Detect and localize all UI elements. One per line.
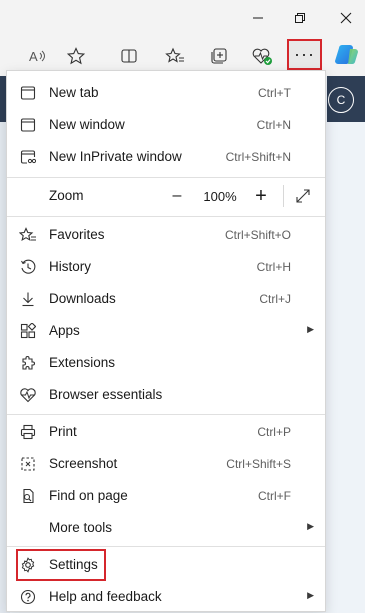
menu-item-find-on-page[interactable]: Find on page Ctrl+F: [7, 480, 325, 512]
split-screen-icon[interactable]: [117, 44, 141, 68]
menu-item-shortcut: Ctrl+Shift+S: [226, 457, 291, 471]
menu-divider: [7, 546, 325, 547]
menu-item-zoom: Zoom – 100% +: [7, 180, 325, 212]
restore-icon[interactable]: [288, 6, 312, 30]
help-icon: [19, 588, 37, 606]
browser-essentials-icon[interactable]: [250, 44, 274, 68]
menu-item-label: Apps: [49, 323, 80, 338]
menu-item-shortcut: Ctrl+T: [258, 86, 291, 100]
new-window-icon: [19, 116, 37, 134]
zoom-out-button[interactable]: –: [167, 180, 187, 212]
settings-and-more-button[interactable]: ···: [287, 39, 322, 70]
screenshot-icon: [19, 455, 37, 473]
minimize-icon[interactable]: [246, 6, 270, 30]
copilot-icon[interactable]: [334, 43, 360, 67]
settings-highlight: [16, 549, 106, 581]
fullscreen-icon[interactable]: [293, 180, 313, 212]
menu-item-new-window[interactable]: New window Ctrl+N: [7, 109, 325, 141]
favorite-star-icon[interactable]: [64, 44, 88, 68]
menu-item-label: Print: [49, 424, 77, 439]
menu-divider: [7, 414, 325, 415]
submenu-arrow-icon: ▶: [307, 521, 314, 531]
menu-item-label: Help and feedback: [49, 589, 162, 604]
heart-pulse-icon: [19, 386, 37, 404]
menu-item-print[interactable]: Print Ctrl+P: [7, 416, 325, 448]
menu-item-shortcut: Ctrl+N: [256, 118, 291, 132]
menu-item-label: Browser essentials: [49, 387, 163, 402]
menu-item-label: Favorites: [49, 227, 105, 242]
submenu-arrow-icon: ▶: [307, 590, 314, 600]
favorites-icon: [19, 226, 37, 244]
menu-item-more-tools[interactable]: More tools ▶: [7, 512, 325, 544]
more-icon: ···: [294, 44, 315, 64]
menu-item-label: Find on page: [49, 488, 128, 503]
download-icon: [19, 290, 37, 308]
new-tab-icon: [19, 84, 37, 102]
menu-item-browser-essentials[interactable]: Browser essentials: [7, 379, 325, 411]
settings-and-more-menu: New tab Ctrl+T New window Ctrl+N New InP…: [6, 70, 326, 612]
zoom-divider: [283, 185, 284, 207]
history-icon: [19, 258, 37, 276]
apps-icon: [19, 322, 37, 340]
menu-item-help-and-feedback[interactable]: Help and feedback ▶: [7, 581, 325, 613]
print-icon: [19, 423, 37, 441]
avatar[interactable]: C: [328, 87, 354, 113]
zoom-label: Zoom: [49, 188, 84, 203]
menu-item-downloads[interactable]: Downloads Ctrl+J: [7, 283, 325, 315]
close-icon[interactable]: [334, 6, 358, 30]
menu-item-label: Downloads: [49, 291, 116, 306]
zoom-level: 100%: [203, 188, 237, 204]
menu-item-shortcut: Ctrl+J: [259, 292, 291, 306]
menu-item-new-tab[interactable]: New tab Ctrl+T: [7, 77, 325, 109]
menu-item-history[interactable]: History Ctrl+H: [7, 251, 325, 283]
menu-item-extensions[interactable]: Extensions: [7, 347, 325, 379]
menu-item-apps[interactable]: Apps ▶: [7, 315, 325, 347]
extensions-icon: [19, 354, 37, 372]
zoom-in-button[interactable]: +: [251, 180, 271, 212]
menu-item-shortcut: Ctrl+P: [257, 425, 291, 439]
svg-text:A: A: [29, 49, 38, 64]
menu-item-shortcut: Ctrl+F: [258, 489, 291, 503]
menu-item-label: New window: [49, 117, 125, 132]
menu-item-label: Extensions: [49, 355, 116, 370]
menu-item-label: Screenshot: [49, 456, 118, 471]
menu-item-screenshot[interactable]: Screenshot Ctrl+Shift+S: [7, 448, 325, 480]
title-bar: [0, 0, 365, 36]
menu-item-label: New InPrivate window: [49, 149, 182, 164]
read-aloud-icon[interactable]: A: [26, 44, 50, 68]
find-icon: [19, 487, 37, 505]
submenu-arrow-icon: ▶: [307, 324, 314, 334]
inprivate-icon: [19, 148, 37, 166]
menu-divider: [7, 216, 325, 217]
menu-item-new-inprivate-window[interactable]: New InPrivate window Ctrl+Shift+N: [7, 141, 325, 173]
menu-divider: [7, 177, 325, 178]
menu-item-favorites[interactable]: Favorites Ctrl+Shift+O: [7, 219, 325, 251]
menu-item-label: History: [49, 259, 92, 274]
menu-item-shortcut: Ctrl+Shift+O: [224, 228, 291, 242]
menu-item-label: More tools: [49, 520, 113, 535]
favorites-icon[interactable]: [163, 44, 187, 68]
menu-item-shortcut: Ctrl+H: [256, 260, 291, 274]
menu-item-label: New tab: [49, 85, 99, 100]
collections-icon[interactable]: [207, 44, 231, 68]
menu-item-shortcut: Ctrl+Shift+N: [225, 150, 291, 164]
